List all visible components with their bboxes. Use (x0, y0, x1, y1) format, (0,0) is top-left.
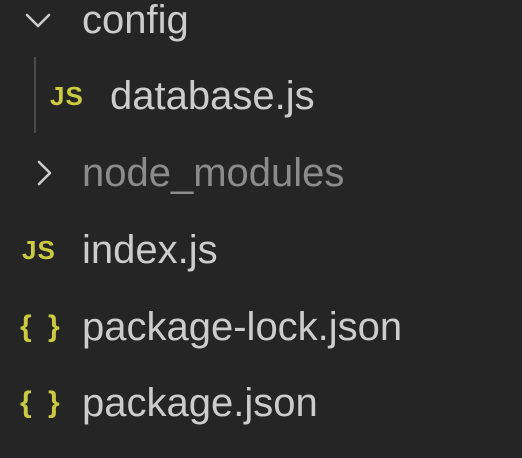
file-database-js[interactable]: JS database.js (0, 58, 522, 134)
chevron-right-icon[interactable] (30, 159, 58, 187)
json-file-icon: { } (20, 386, 64, 419)
json-file-icon: { } (20, 310, 64, 343)
folder-node-modules[interactable]: node_modules (0, 135, 522, 211)
folder-label: node_modules (82, 151, 345, 195)
file-label: database.js (110, 74, 315, 118)
js-file-icon: JS (50, 81, 84, 111)
file-index-js[interactable]: JS index.js (0, 212, 522, 288)
file-package-lock-json[interactable]: { } package-lock.json (0, 289, 522, 365)
folder-config[interactable]: config (0, 0, 522, 58)
file-package-json[interactable]: { } package.json (0, 365, 522, 441)
file-label: index.js (82, 228, 218, 272)
file-explorer-tree: config JS database.js node_modules JS in… (0, 0, 522, 458)
file-label: package-lock.json (82, 305, 403, 349)
js-file-icon: JS (22, 235, 56, 265)
file-label: package.json (82, 381, 318, 425)
chevron-down-icon[interactable] (24, 6, 52, 34)
folder-label: config (82, 0, 189, 42)
